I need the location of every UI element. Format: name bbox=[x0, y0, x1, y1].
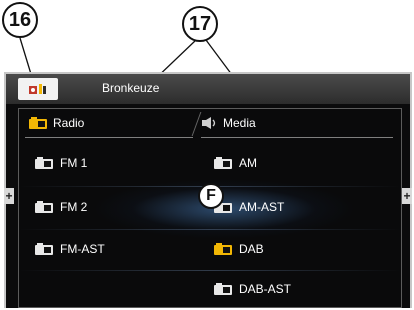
source-menu-icon bbox=[29, 84, 46, 94]
source-item-am[interactable]: AM bbox=[214, 154, 257, 172]
callout-f-label: F bbox=[206, 187, 216, 204]
callout-f: F bbox=[198, 183, 224, 209]
source-item-fm2[interactable]: FM 2 bbox=[35, 198, 87, 216]
top-bar: Bronkeuze bbox=[6, 74, 410, 104]
right-side-button[interactable]: + bbox=[402, 188, 412, 204]
left-side-button[interactable]: + bbox=[4, 188, 14, 204]
source-item-label: AM bbox=[239, 156, 257, 170]
radio-source-icon bbox=[214, 243, 232, 255]
tab-radio-underline bbox=[25, 137, 193, 138]
callout-16: 16 bbox=[2, 2, 38, 38]
source-item-label: DAB bbox=[239, 242, 264, 256]
source-item-fm1[interactable]: FM 1 bbox=[35, 154, 87, 172]
right-side-button-label: + bbox=[403, 189, 411, 203]
source-item-label: DAB-AST bbox=[239, 282, 292, 296]
radio-source-icon bbox=[214, 283, 232, 295]
callout-16-label: 16 bbox=[8, 8, 32, 31]
media-source-icon bbox=[202, 117, 216, 129]
source-item-label: FM 1 bbox=[60, 156, 88, 170]
row-divider bbox=[19, 270, 401, 271]
radio-source-icon bbox=[35, 157, 53, 169]
page-title: Bronkeuze bbox=[102, 81, 160, 95]
radio-source-icon bbox=[29, 117, 47, 129]
source-menu-button[interactable] bbox=[18, 78, 58, 100]
source-item-label: AM-AST bbox=[239, 200, 285, 214]
source-item-dab[interactable]: DAB bbox=[214, 240, 264, 258]
callout-17: 17 bbox=[182, 6, 218, 42]
source-item-am-ast[interactable]: AM-AST bbox=[214, 198, 284, 216]
radio-source-icon bbox=[35, 243, 53, 255]
row-divider bbox=[19, 229, 401, 230]
radio-source-icon bbox=[214, 157, 232, 169]
source-item-label: FM 2 bbox=[60, 200, 88, 214]
tab-media-underline bbox=[201, 137, 393, 138]
callout-17-label: 17 bbox=[188, 12, 212, 35]
source-item-fm-ast[interactable]: FM-AST bbox=[35, 240, 105, 258]
left-side-button-label: + bbox=[5, 189, 13, 203]
source-item-dab-ast[interactable]: DAB-AST bbox=[214, 280, 291, 298]
radio-source-icon bbox=[35, 201, 53, 213]
tab-radio[interactable]: Radio bbox=[29, 113, 199, 133]
source-item-label: FM-AST bbox=[60, 242, 105, 256]
tab-media[interactable]: Media bbox=[201, 113, 391, 133]
tab-radio-label: Radio bbox=[53, 116, 85, 130]
tab-media-label: Media bbox=[223, 116, 256, 130]
